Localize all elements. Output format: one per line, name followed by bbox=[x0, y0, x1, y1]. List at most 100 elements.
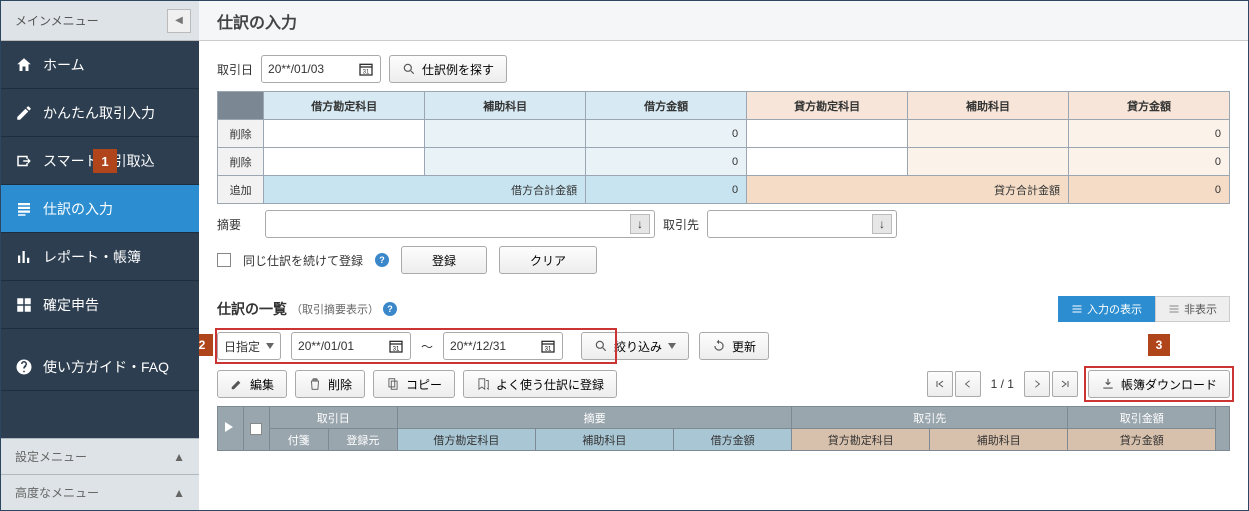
sidebar-item-journal[interactable]: 仕訳の入力 bbox=[1, 185, 199, 233]
memo-dropdown-icon[interactable]: ↓ bbox=[630, 214, 650, 234]
annotation-tag-2: 2 bbox=[199, 334, 213, 356]
grid-th-date: 取引日 bbox=[269, 407, 397, 429]
th-debit-acct: 借方勘定科目 bbox=[264, 92, 425, 120]
grid-th-memo: 摘要 bbox=[397, 407, 791, 429]
button-label: 編集 bbox=[250, 376, 274, 393]
button-label: 更新 bbox=[732, 338, 756, 355]
cell-credit-sub[interactable] bbox=[908, 148, 1069, 176]
svg-text:31: 31 bbox=[545, 347, 552, 353]
grid-th-dacct: 借方勘定科目 bbox=[397, 429, 535, 451]
help-icon[interactable]: ? bbox=[383, 302, 397, 316]
sidebar-item-label: かんたん取引入力 bbox=[43, 103, 155, 123]
cell-debit-amt[interactable]: 0 bbox=[586, 148, 747, 176]
transaction-date-input[interactable]: 20**/01/03 31 bbox=[261, 55, 381, 83]
annotation-tag-3: 3 bbox=[1148, 334, 1170, 356]
main-area: 仕訳の入力 取引日 20**/01/03 31 仕訳例を探す 借方勘定科目 bbox=[199, 1, 1248, 510]
button-label: コピー bbox=[406, 376, 442, 393]
pager-last[interactable] bbox=[1052, 371, 1078, 397]
sidebar-item-home[interactable]: ホーム bbox=[1, 41, 199, 89]
date-separator: ～ bbox=[421, 338, 433, 355]
scrollbar-stub[interactable] bbox=[1216, 407, 1230, 451]
bookmark-icon bbox=[476, 377, 490, 391]
row-delete-button[interactable]: 削除 bbox=[218, 120, 264, 148]
date-from-input[interactable]: 20**/01/01 31 bbox=[291, 332, 411, 360]
journal-entry-table: 借方勘定科目 補助科目 借方金額 貸方勘定科目 補助科目 貸方金額 削除 0 0 bbox=[217, 91, 1230, 204]
copy-button[interactable]: コピー bbox=[373, 370, 455, 398]
refresh-button[interactable]: 更新 bbox=[699, 332, 769, 360]
sidebar-item-easy-entry[interactable]: かんたん取引入力 bbox=[1, 89, 199, 137]
memo-input[interactable]: ↓ bbox=[265, 210, 655, 238]
grid-run-col[interactable] bbox=[218, 407, 244, 451]
grid-check-col[interactable] bbox=[243, 407, 269, 451]
cell-credit-amt[interactable]: 0 bbox=[1069, 120, 1230, 148]
repeat-label: 同じ仕訳を続けて登録 bbox=[243, 252, 363, 269]
cell-debit-sub[interactable] bbox=[425, 148, 586, 176]
pager-first[interactable] bbox=[927, 371, 953, 397]
grid-th-camt: 貸方金額 bbox=[1068, 429, 1216, 451]
list-icon bbox=[1071, 303, 1083, 315]
row-delete-button[interactable]: 削除 bbox=[218, 148, 264, 176]
page-current: 1 bbox=[991, 377, 998, 391]
cell-debit-acct[interactable] bbox=[264, 120, 425, 148]
date-value: 20**/01/01 bbox=[298, 339, 354, 353]
grid-icon bbox=[15, 296, 33, 314]
pager-prev[interactable] bbox=[955, 371, 981, 397]
sidebar-sub-settings[interactable]: 設定メニュー ▲ bbox=[1, 438, 199, 474]
sidebar-item-reports[interactable]: レポート・帳簿 bbox=[1, 233, 199, 281]
partner-input[interactable]: ↓ bbox=[707, 210, 897, 238]
toggle-hide[interactable]: 非表示 bbox=[1155, 296, 1230, 322]
list-grid-header: 取引日 摘要 取引先 取引金額 付箋 登録元 借方勘定科目 補助科目 借方金額 … bbox=[217, 406, 1230, 451]
cell-credit-acct[interactable] bbox=[747, 148, 908, 176]
search-icon bbox=[594, 339, 608, 353]
list-title-text: 仕訳の一覧 bbox=[217, 299, 287, 319]
cell-debit-acct[interactable] bbox=[264, 148, 425, 176]
cell-credit-sub[interactable] bbox=[908, 120, 1069, 148]
partner-label: 取引先 bbox=[663, 216, 699, 233]
toggle-show-input[interactable]: 入力の表示 bbox=[1058, 296, 1155, 322]
pager-next[interactable] bbox=[1024, 371, 1050, 397]
sidebar: メインメニュー ◀ ホーム かんたん取引入力 スマート取引取込 1 仕訳の入力 … bbox=[1, 1, 199, 510]
cell-credit-amt[interactable]: 0 bbox=[1069, 148, 1230, 176]
download-button[interactable]: 帳簿ダウンロード bbox=[1088, 370, 1230, 398]
sidebar-item-help[interactable]: 使い方ガイド・FAQ bbox=[1, 343, 199, 391]
memo-label: 摘要 bbox=[217, 216, 257, 233]
chevron-up-icon: ▲ bbox=[173, 486, 185, 500]
grid-th-source: 登録元 bbox=[328, 429, 397, 451]
grid-th-damt: 借方金額 bbox=[673, 429, 791, 451]
page-title: 仕訳の入力 bbox=[199, 1, 1248, 41]
th-credit-amt: 貸方金額 bbox=[1069, 92, 1230, 120]
list-icon bbox=[1168, 303, 1180, 315]
sidebar-item-tax[interactable]: 確定申告 bbox=[1, 281, 199, 329]
register-button[interactable]: 登録 bbox=[401, 246, 487, 274]
delete-button[interactable]: 削除 bbox=[295, 370, 365, 398]
sidebar-item-label: 仕訳の入力 bbox=[43, 199, 113, 219]
repeat-checkbox[interactable] bbox=[217, 253, 231, 267]
cell-credit-acct[interactable] bbox=[747, 120, 908, 148]
date-mode-select[interactable]: 日指定 bbox=[217, 332, 281, 360]
sidebar-sub-advanced[interactable]: 高度なメニュー ▲ bbox=[1, 474, 199, 510]
edit-button[interactable]: 編集 bbox=[217, 370, 287, 398]
calendar-icon: 31 bbox=[540, 338, 556, 354]
calendar-icon: 31 bbox=[358, 61, 374, 77]
filter-button[interactable]: 絞り込み bbox=[581, 332, 689, 360]
cell-debit-amt[interactable]: 0 bbox=[586, 120, 747, 148]
annotation-tag-1: 1 bbox=[93, 149, 117, 173]
svg-text:31: 31 bbox=[393, 347, 400, 353]
search-sample-button[interactable]: 仕訳例を探す bbox=[389, 55, 507, 83]
sum-credit-label: 貸方合計金額 bbox=[747, 176, 1069, 204]
grid-th-tag: 付箋 bbox=[269, 429, 328, 451]
sidebar-collapse-button[interactable]: ◀ bbox=[167, 9, 191, 33]
home-icon bbox=[15, 56, 33, 74]
chart-icon bbox=[15, 248, 33, 266]
date-to-input[interactable]: 20**/12/31 31 bbox=[443, 332, 563, 360]
help-icon[interactable]: ? bbox=[375, 253, 389, 267]
toggle-label: 入力の表示 bbox=[1087, 301, 1142, 317]
partner-dropdown-icon[interactable]: ↓ bbox=[872, 214, 892, 234]
sidebar-item-smart-import[interactable]: スマート取引取込 1 bbox=[1, 137, 199, 185]
row-add-button[interactable]: 追加 bbox=[218, 176, 264, 204]
clear-button[interactable]: クリア bbox=[499, 246, 597, 274]
journal-icon bbox=[15, 200, 33, 218]
cell-debit-sub[interactable] bbox=[425, 120, 586, 148]
favorite-button[interactable]: よく使う仕訳に登録 bbox=[463, 370, 617, 398]
sidebar-item-label: ホーム bbox=[43, 55, 85, 75]
